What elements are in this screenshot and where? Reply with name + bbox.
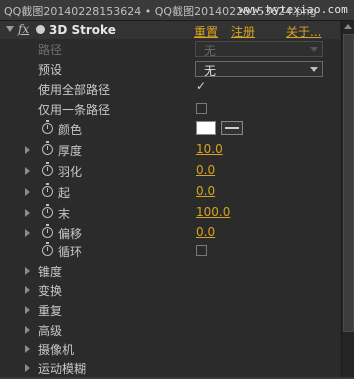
prop-color: 颜色 <box>0 120 340 138</box>
stopwatch-icon[interactable] <box>42 183 53 197</box>
expand-triangle-icon[interactable] <box>25 188 30 196</box>
prop-end: 末 100.0 <box>0 204 340 222</box>
scrollbar-thumb[interactable] <box>343 34 354 332</box>
offset-value[interactable]: 0.0 <box>196 225 215 239</box>
group-label: 高级 <box>38 324 63 338</box>
eyedropper-icon[interactable] <box>221 121 243 135</box>
expand-triangle-icon[interactable] <box>25 306 30 314</box>
stopwatch-icon[interactable] <box>42 242 53 256</box>
group-motion-blur[interactable]: 运动模糊 <box>0 359 340 377</box>
prop-start: 起 0.0 <box>0 183 340 201</box>
expand-triangle-icon[interactable] <box>25 146 30 154</box>
prop-loop: 循环 <box>0 242 340 260</box>
effect-name: 3D Stroke <box>49 23 116 37</box>
group-label: 变换 <box>38 284 63 298</box>
preset-dropdown[interactable]: 无 <box>195 61 323 78</box>
preset-label: 预设 <box>38 63 63 77</box>
expand-triangle-icon[interactable] <box>25 229 30 237</box>
collapse-triangle-icon[interactable] <box>6 26 14 32</box>
stopwatch-icon[interactable] <box>42 204 53 218</box>
end-label: 末 <box>58 207 71 221</box>
chevron-down-icon <box>310 67 318 72</box>
group-transform[interactable]: 变换 <box>0 281 340 299</box>
expand-triangle-icon[interactable] <box>25 326 30 334</box>
stopwatch-icon[interactable] <box>42 141 53 155</box>
color-swatch[interactable] <box>196 121 216 135</box>
path-dropdown-value: 无 <box>204 44 217 58</box>
preset-dropdown-value: 无 <box>204 64 217 78</box>
expand-triangle-icon[interactable] <box>25 345 30 353</box>
feather-label: 羽化 <box>58 165 83 179</box>
watermark: www.hytexiao.com <box>238 3 348 16</box>
loop-checkbox[interactable] <box>196 245 207 256</box>
group-taper[interactable]: 锥度 <box>0 262 340 280</box>
stopwatch-icon[interactable] <box>42 120 53 134</box>
group-label: 锥度 <box>38 265 63 279</box>
stopwatch-icon[interactable] <box>42 224 53 238</box>
color-label: 颜色 <box>58 123 83 137</box>
use-all-paths-label: 使用全部路径 <box>38 83 111 97</box>
group-label: 摄像机 <box>38 343 75 357</box>
prop-feather: 羽化 0.0 <box>0 162 340 180</box>
path-label: 路径 <box>38 43 63 57</box>
prop-offset: 偏移 0.0 <box>0 224 340 242</box>
expand-triangle-icon[interactable] <box>25 167 30 175</box>
prop-thickness: 厚度 10.0 <box>0 141 340 159</box>
stopwatch-icon[interactable] <box>42 162 53 176</box>
start-label: 起 <box>58 186 71 200</box>
scroll-up-icon[interactable] <box>344 24 352 29</box>
expand-triangle-icon[interactable] <box>25 267 30 275</box>
loop-label: 循环 <box>58 245 83 259</box>
group-camera[interactable]: 摄像机 <box>0 340 340 358</box>
thickness-label: 厚度 <box>58 144 83 158</box>
thickness-value[interactable]: 10.0 <box>196 142 223 156</box>
feather-value[interactable]: 0.0 <box>196 163 215 177</box>
expand-triangle-icon[interactable] <box>25 286 30 294</box>
prop-use-all-paths: 使用全部路径 ✓ <box>0 79 340 98</box>
expand-triangle-icon[interactable] <box>25 364 30 372</box>
path-dropdown[interactable]: 无 <box>195 41 323 58</box>
chevron-down-icon <box>310 47 318 52</box>
use-all-paths-checkbox[interactable]: ✓ <box>196 79 206 93</box>
reset-link[interactable]: 重置 <box>194 23 218 40</box>
single-path-label: 仅用一条路径 <box>38 103 111 117</box>
offset-label: 偏移 <box>58 227 83 241</box>
group-advanced[interactable]: 高级 <box>0 321 340 339</box>
single-path-checkbox[interactable] <box>196 103 207 114</box>
about-link[interactable]: 关于... <box>286 23 321 40</box>
group-label: 运动模糊 <box>38 362 87 376</box>
prop-preset: 预设 无 <box>0 60 340 78</box>
prop-single-path: 仅用一条路径 <box>0 100 340 118</box>
group-repeater[interactable]: 重复 <box>0 301 340 319</box>
expand-triangle-icon[interactable] <box>25 209 30 217</box>
group-label: 重复 <box>38 304 63 318</box>
register-link[interactable]: 注册 <box>231 23 255 40</box>
effect-header: fx 3D Stroke 重置 注册 关于... <box>0 21 340 39</box>
prop-path: 路径 无 <box>0 40 340 58</box>
title-bar: QQ截图20140228153624 • QQ截图20140228153624.… <box>0 0 354 21</box>
effect-toggle-icon[interactable] <box>36 25 45 34</box>
fx-icon[interactable]: fx <box>18 22 29 36</box>
start-value[interactable]: 0.0 <box>196 184 215 198</box>
end-value[interactable]: 100.0 <box>196 205 230 219</box>
